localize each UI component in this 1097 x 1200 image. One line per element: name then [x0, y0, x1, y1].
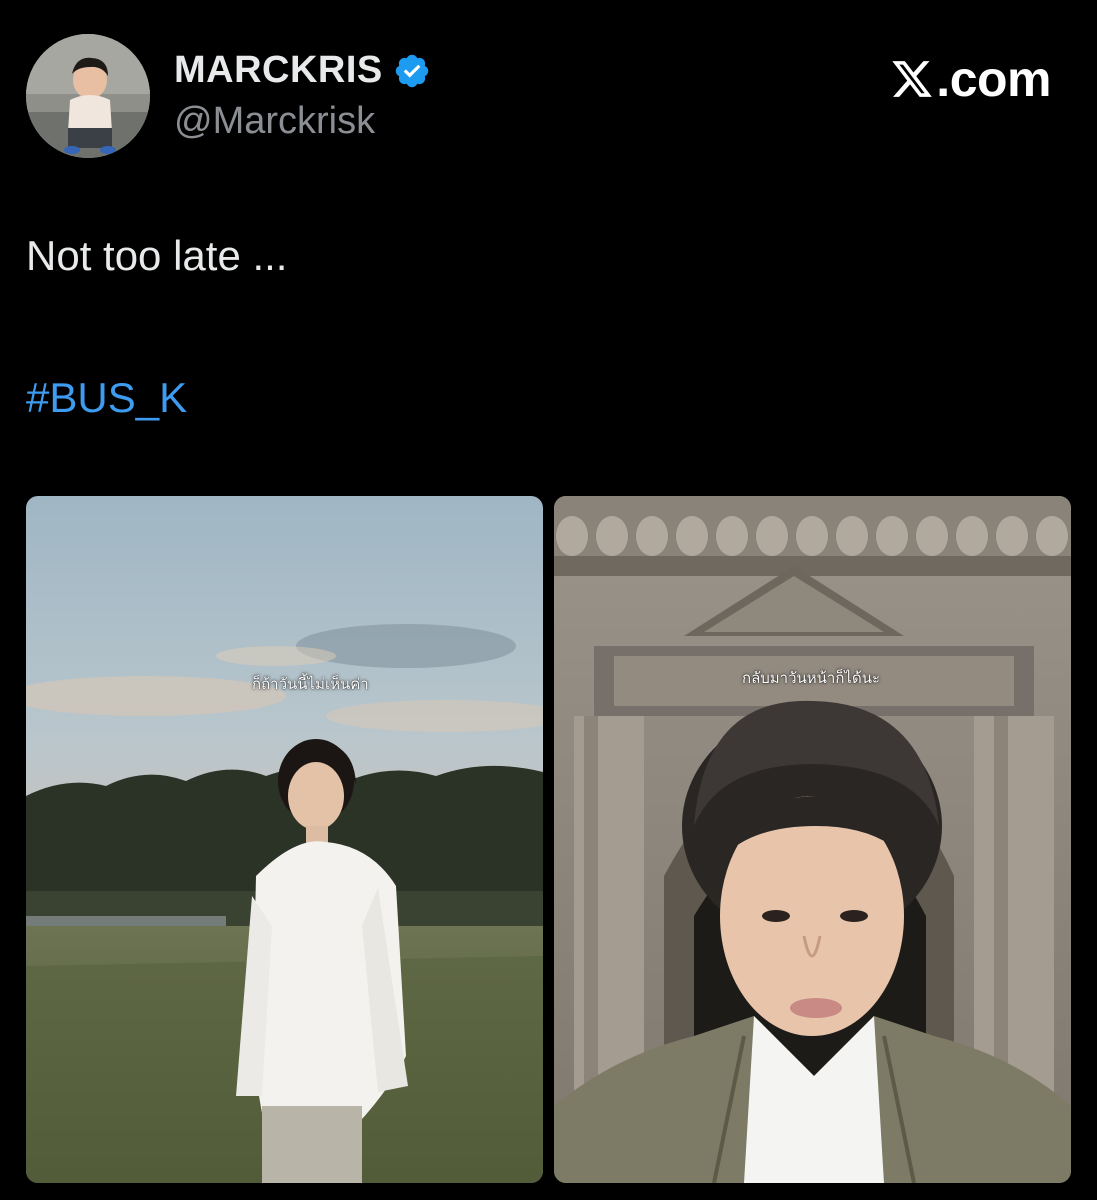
media-photo-2[interactable]: กลับมาวันหน้าก็ได้นะ: [554, 496, 1071, 1183]
photo-field-portrait: [26, 496, 543, 1183]
x-logo-icon: [892, 61, 933, 97]
photo-temple-selfie: [554, 496, 1071, 1183]
hashtag-link[interactable]: #BUS_K: [26, 374, 187, 422]
photo-1-caption: ก็ถ้าวันนี้ไม่เห็นค่า: [252, 675, 369, 693]
photo-2-caption: กลับมาวันหน้าก็ได้นะ: [742, 669, 881, 687]
tweet-card: MARCKRIS @Marckrisk .com Not too late ..…: [0, 0, 1097, 1200]
tweet-header: MARCKRIS @Marckrisk: [26, 34, 431, 158]
avatar[interactable]: [26, 34, 150, 158]
author-handle[interactable]: @Marckrisk: [174, 100, 431, 143]
author-info: MARCKRIS @Marckrisk: [174, 49, 431, 143]
x-com-brand: .com: [890, 50, 1051, 108]
avatar-photo: [26, 34, 150, 158]
media-photo-1[interactable]: ก็ถ้าวันนี้ไม่เห็นค่า: [26, 496, 543, 1183]
tweet-text: Not too late ...: [26, 232, 288, 279]
brand-domain-text: .com: [936, 51, 1051, 107]
author-name-row[interactable]: MARCKRIS: [174, 49, 431, 92]
author-display-name[interactable]: MARCKRIS: [174, 49, 383, 92]
verified-badge-icon: [395, 54, 429, 87]
